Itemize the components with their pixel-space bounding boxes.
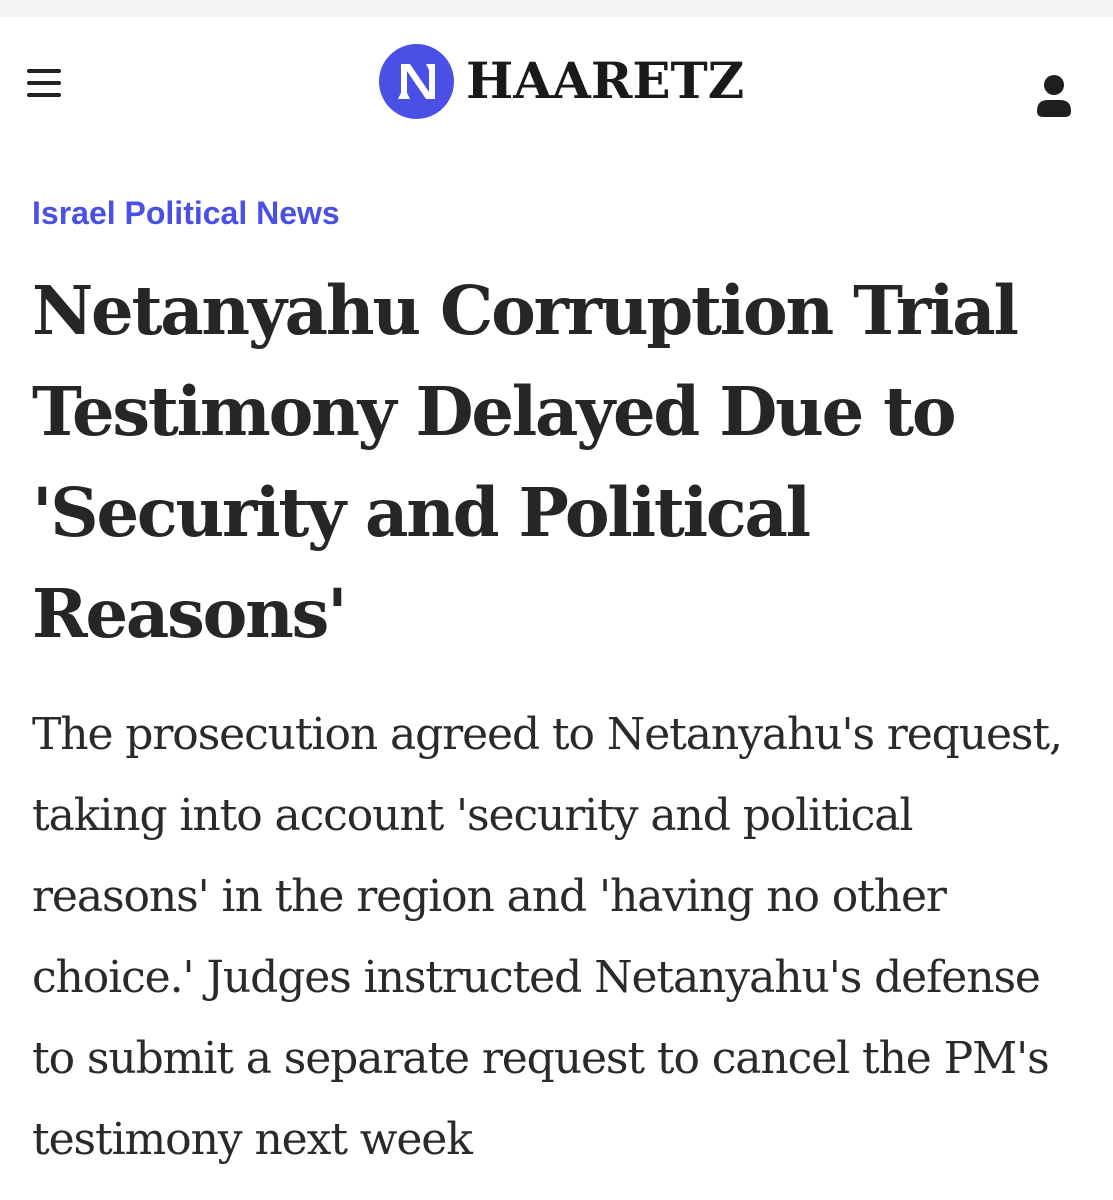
user-icon: [1037, 75, 1071, 117]
menu-button[interactable]: [27, 69, 61, 97]
site-header: HAARETZ: [0, 17, 1113, 145]
category-link[interactable]: Israel Political News: [32, 190, 340, 236]
article-subheadline: The prosecution agreed to Netanyahu's re…: [32, 709, 1063, 1165]
article-content: Israel Political News Netanyahu Corrupti…: [32, 190, 1082, 1180]
account-button[interactable]: [1030, 67, 1078, 123]
haaretz-logo-icon: [379, 43, 454, 119]
hamburger-menu-icon: [27, 69, 61, 73]
browser-top-strip: [0, 0, 1113, 17]
site-logo[interactable]: HAARETZ: [379, 43, 744, 119]
article-headline: Netanyahu Corruption Trial Testimony Del…: [32, 271, 1019, 653]
logo-wordmark: HAARETZ: [466, 51, 745, 110]
